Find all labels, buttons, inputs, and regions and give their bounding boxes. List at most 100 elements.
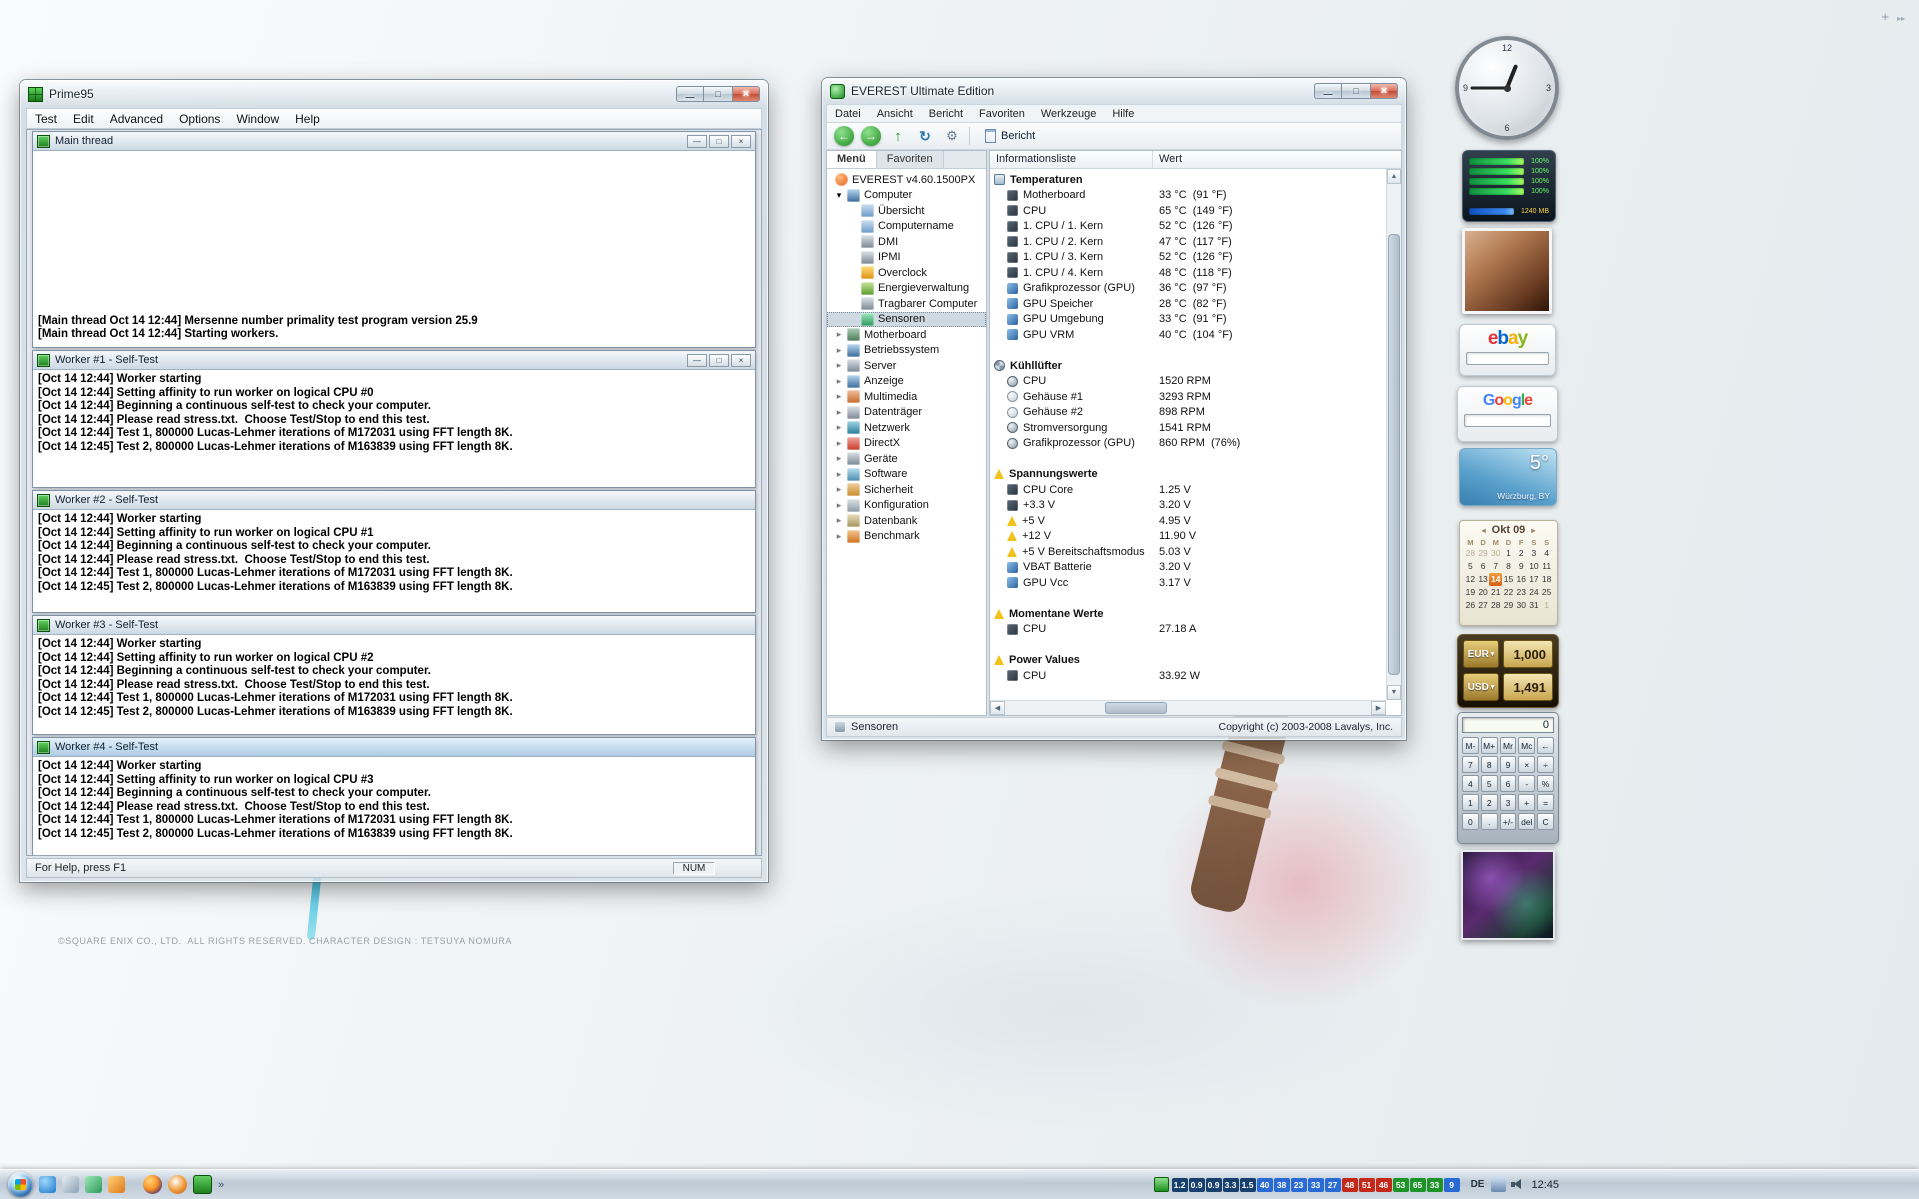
info-row[interactable]: +12 V 11.90 V [990,529,1386,545]
sidebar-controls[interactable] [1881,8,1905,26]
info-row[interactable]: CPU 65 °C (149 °F) [990,203,1386,219]
info-row[interactable] [990,591,1386,607]
tree-item[interactable]: DirectX [827,436,986,452]
calendar-day[interactable]: 3 [1528,547,1541,560]
up-button[interactable] [888,126,908,146]
child-close-button[interactable] [731,134,751,148]
calendar-day[interactable]: 10 [1528,560,1541,573]
child-maximize-button[interactable] [709,134,729,148]
settings-button[interactable] [942,126,962,146]
calendar-day[interactable]: 1 [1540,599,1553,612]
calendar-day[interactable]: 18 [1540,573,1553,586]
minimize-button[interactable] [1314,83,1342,99]
tree-item[interactable]: DMI [827,234,986,250]
menu-item[interactable]: Werkzeuge [1033,107,1104,121]
info-row[interactable]: GPU Speicher 28 °C (82 °F) [990,296,1386,312]
worker2-titlebar[interactable]: Worker #2 - Self-Test [33,491,755,510]
calendar-day[interactable]: 14 [1489,573,1503,586]
tree-item[interactable]: Energieverwaltung [827,281,986,297]
main-thread-titlebar[interactable]: Main thread [33,132,755,151]
calendar-prev-button[interactable] [1482,526,1486,535]
calendar-day[interactable]: 27 [1477,599,1490,612]
tree-item[interactable]: Overclock [827,265,986,281]
menu-item[interactable]: Edit [65,110,102,128]
quicklaunch-switch-windows-icon[interactable] [85,1176,102,1193]
column-header-info[interactable]: Informationsliste [990,151,1153,168]
info-row[interactable]: Power Values [990,653,1386,669]
calculator-button[interactable]: × [1518,756,1536,773]
info-row[interactable]: +5 V 4.95 V [990,513,1386,529]
clock-gadget[interactable] [1455,36,1559,140]
weather-gadget[interactable]: 5° Würzburg, BY [1459,448,1557,506]
picture-gadget[interactable] [1461,850,1555,940]
info-row[interactable]: Grafikprozessor (GPU) 860 RPM (76%) [990,436,1386,452]
info-row[interactable]: 1. CPU / 2. Kern 47 °C (117 °F) [990,234,1386,250]
calculator-button[interactable]: 8 [1480,756,1498,773]
calendar-day[interactable]: 25 [1540,586,1553,599]
horizontal-scrollbar[interactable] [990,700,1386,715]
refresh-button[interactable] [915,126,935,146]
calendar-gadget[interactable]: Okt 09 MDMDFSS 2829301234567891011121314… [1459,520,1558,626]
info-row[interactable]: Stromversorgung 1541 RPM [990,420,1386,436]
info-row[interactable]: Grafikprozessor (GPU) 36 °C (97 °F) [990,281,1386,297]
info-row[interactable]: CPU 33.92 W [990,668,1386,684]
minimize-button[interactable] [676,86,704,102]
tree-item[interactable]: Betriebssystem [827,343,986,359]
close-button[interactable] [732,86,760,102]
calendar-day[interactable]: 23 [1515,586,1528,599]
calculator-button[interactable]: ÷ [1537,756,1554,773]
calculator-button[interactable]: 7 [1462,756,1479,773]
quicklaunch-show-desktop-icon[interactable] [62,1176,79,1193]
scroll-down-button[interactable] [1387,685,1401,700]
info-row[interactable]: +3.3 V 3.20 V [990,498,1386,514]
info-row[interactable]: 1. CPU / 4. Kern 48 °C (118 °F) [990,265,1386,281]
menu-item[interactable]: Hilfe [1104,107,1142,121]
info-row[interactable]: 1. CPU / 1. Kern 52 °C (126 °F) [990,219,1386,235]
calculator-button[interactable]: - [1518,775,1536,792]
add-gadget-icon[interactable] [1881,8,1889,26]
sidebar-tab[interactable]: Favoriten [876,151,944,168]
info-row[interactable]: +5 V Bereitschaftsmodus 5.03 V [990,544,1386,560]
info-row[interactable]: Motherboard 33 °C (91 °F) [990,188,1386,204]
calendar-day[interactable]: 5 [1464,560,1477,573]
calendar-day[interactable]: 6 [1477,560,1490,573]
child-close-button[interactable] [731,353,751,367]
tree-item[interactable]: Anzeige [827,374,986,390]
info-row[interactable]: Gehäuse #1 3293 RPM [990,389,1386,405]
calculator-button[interactable]: 2 [1480,794,1498,811]
start-button[interactable] [8,1172,33,1197]
calculator-button[interactable]: 0 [1462,813,1479,830]
maximize-button[interactable] [1342,83,1370,99]
info-row[interactable]: Kühllüfter [990,358,1386,374]
tree-item[interactable]: Sicherheit [827,482,986,498]
calendar-day[interactable]: 30 [1515,599,1528,612]
calculator-button[interactable]: = [1537,794,1554,811]
info-row[interactable]: Momentane Werte [990,606,1386,622]
ebay-gadget[interactable]: ebay [1459,324,1556,376]
calendar-day[interactable]: 13 [1477,573,1490,586]
info-row[interactable]: Gehäuse #2 898 RPM [990,405,1386,421]
app-taskbar-icon[interactable] [168,1175,187,1194]
calendar-day[interactable]: 20 [1477,586,1490,599]
tray-icon[interactable] [1491,1177,1507,1192]
calendar-day[interactable]: 29 [1477,547,1490,560]
scroll-up-button[interactable] [1387,169,1401,184]
menu-item[interactable]: Window [228,110,287,128]
prime95-taskbar-icon[interactable] [193,1175,212,1194]
calendar-day[interactable]: 22 [1502,586,1515,599]
calculator-button[interactable]: M- [1462,737,1479,754]
calculator-button[interactable]: 1 [1462,794,1479,811]
prime95-titlebar[interactable]: Prime95 [20,80,768,108]
info-row[interactable] [990,637,1386,653]
calculator-button[interactable]: ← [1537,737,1554,754]
calculator-button[interactable]: C [1537,813,1554,830]
menu-item[interactable]: Bericht [921,107,971,121]
calendar-day[interactable]: 7 [1489,560,1502,573]
calendar-next-button[interactable] [1531,526,1535,535]
calculator-button[interactable]: del [1518,813,1536,830]
volume-icon[interactable] [1509,1177,1524,1192]
calculator-gadget[interactable]: 0 M- M+ Mr Mc ← 7 8 9 × ÷ 4 5 6-% 1 2 3 + = 0. +/- del C [1457,712,1559,844]
back-button[interactable] [834,126,854,146]
scroll-left-button[interactable] [990,701,1005,715]
sidebar-expand-icon[interactable] [1897,8,1905,26]
